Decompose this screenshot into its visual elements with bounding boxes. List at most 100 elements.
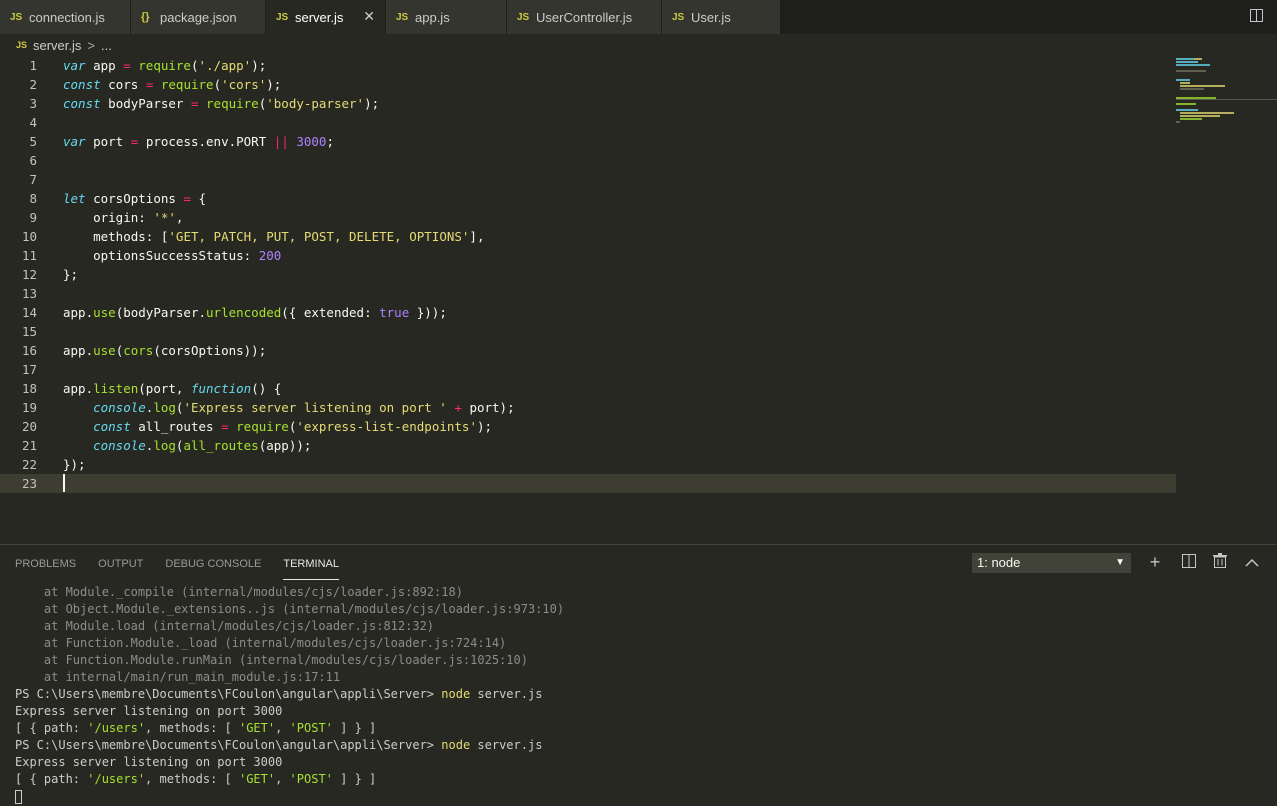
string-literal: 'body-parser' <box>266 96 365 111</box>
terminal-output[interactable]: at Module._compile (internal/modules/cjs… <box>15 584 1265 805</box>
minimap[interactable] <box>1176 56 1277 544</box>
terminal-select[interactable]: 1: node ▼ <box>972 553 1131 573</box>
tab-label: connection.js <box>29 9 105 25</box>
line-number: 15 <box>21 324 37 339</box>
json-file-icon: {} <box>141 11 150 23</box>
javascript-file-icon: JS <box>276 11 289 23</box>
code-line: 18 app.listen(port, function() { <box>0 379 1176 398</box>
breadcrumb: JS server.js > ... <box>0 34 1277 56</box>
function-call: use <box>93 305 116 320</box>
terminal-string: 'POST' <box>289 772 333 786</box>
code-line: 4 <box>0 113 1176 132</box>
property-key: extended: <box>303 305 372 320</box>
function-call: require <box>206 96 259 111</box>
operator: = <box>221 419 229 434</box>
string-literal: 'Express server listening on port ' <box>183 400 447 415</box>
terminal-text: [ { path: <box>15 721 88 735</box>
keyword: const <box>63 96 101 111</box>
line-number: 23 <box>21 476 37 491</box>
line-number: 16 <box>21 343 37 358</box>
keyword: function <box>190 381 252 396</box>
terminal-text: , <box>275 721 290 735</box>
breadcrumb-more[interactable]: ... <box>101 38 112 53</box>
identifier: corsOptions <box>93 191 176 206</box>
identifier: all_routes <box>138 419 214 434</box>
terminal-prompt: PS C:\Users\membre\Documents\FCoulon\ang… <box>15 738 442 752</box>
identifier: bodyParser <box>123 305 199 320</box>
line-number: 20 <box>21 419 37 434</box>
panel-tabs: PROBLEMS OUTPUT DEBUG CONSOLE TERMINAL <box>15 557 339 580</box>
terminal-command-arg: server.js <box>470 687 543 701</box>
terminal-string: 'POST' <box>289 721 333 735</box>
code-line: 12 }; <box>0 265 1176 284</box>
breadcrumb-file[interactable]: server.js <box>33 38 81 53</box>
identifier: process.env.PORT <box>145 134 267 149</box>
terminal-line: at Module.load (internal/modules/cjs/loa… <box>15 619 435 633</box>
code-line: 20 const all_routes = require('express-l… <box>0 417 1176 436</box>
code-line: 22 }); <box>0 455 1176 474</box>
keyword: var <box>63 134 86 149</box>
operator: = <box>130 134 139 149</box>
line-number: 22 <box>21 457 37 472</box>
line-number: 10 <box>21 229 37 244</box>
identifier: app <box>63 305 86 320</box>
identifier: corsOptions <box>160 343 244 358</box>
identifier: port <box>93 134 124 149</box>
tab-connection-js[interactable]: JS connection.js <box>0 0 131 34</box>
identifier: app <box>63 381 86 396</box>
line-number: 14 <box>21 305 37 320</box>
code-line: 1 var app = require('./app'); <box>0 56 1176 75</box>
tab-debug-console[interactable]: DEBUG CONSOLE <box>165 557 261 579</box>
split-editor-icon[interactable] <box>1250 9 1263 22</box>
split-terminal-icon[interactable] <box>1180 553 1198 571</box>
javascript-file-icon: JS <box>16 40 28 50</box>
add-terminal-icon[interactable]: + <box>1146 553 1164 571</box>
tab-label: server.js <box>295 9 344 25</box>
minimap-viewport <box>1176 99 1277 100</box>
keyword: let <box>63 191 86 206</box>
chevron-right-icon: > <box>87 37 95 53</box>
code-line: 11 optionsSuccessStatus: 200 <box>0 246 1176 265</box>
line-number: 21 <box>21 438 37 453</box>
tab-app-js[interactable]: JS app.js <box>386 0 507 34</box>
chevron-up-icon[interactable] <box>1243 553 1261 571</box>
terminal-line: at Function.Module._load (internal/modul… <box>15 636 507 650</box>
identifier: cors <box>108 77 139 92</box>
terminal-prompt: PS C:\Users\membre\Documents\FCoulon\ang… <box>15 687 442 701</box>
code-line: 10 methods: ['GET, PATCH, PUT, POST, DEL… <box>0 227 1176 246</box>
string-literal: '*' <box>153 210 176 225</box>
function-call: require <box>236 419 289 434</box>
line-number: 9 <box>29 210 37 225</box>
code-line: 16 app.use(cors(corsOptions)); <box>0 341 1176 360</box>
function-call: log <box>153 438 176 453</box>
operator: = <box>123 58 131 73</box>
trash-icon[interactable] <box>1211 553 1229 571</box>
function-call: require <box>160 77 214 92</box>
code-line: 6 <box>0 151 1176 170</box>
terminal-line: at Object.Module._extensions..js (intern… <box>15 602 565 616</box>
terminal-line: at internal/main/run_main_module.js:17:1… <box>15 670 341 684</box>
identifier: port <box>469 400 500 415</box>
terminal-command-arg: server.js <box>470 738 543 752</box>
javascript-file-icon: JS <box>396 11 409 23</box>
function-call: require <box>138 58 191 73</box>
tab-output[interactable]: OUTPUT <box>98 557 143 579</box>
code-editor[interactable]: 1 var app = require('./app'); 2 const co… <box>0 56 1176 544</box>
tab-usercontroller-js[interactable]: JS UserController.js <box>507 0 662 34</box>
tab-terminal[interactable]: TERMINAL <box>283 557 339 580</box>
line-number: 17 <box>21 362 37 377</box>
terminal-input-line[interactable] <box>15 788 1265 805</box>
line-number: 13 <box>21 286 37 301</box>
close-icon[interactable]: ✕ <box>363 8 375 25</box>
tab-user-js[interactable]: JS User.js <box>662 0 781 34</box>
tab-problems[interactable]: PROBLEMS <box>15 557 76 579</box>
javascript-file-icon: JS <box>672 11 685 23</box>
tab-label: User.js <box>691 9 731 25</box>
operator: = <box>183 191 191 206</box>
code-line: 13 <box>0 284 1176 303</box>
terminal-prompt-line: PS C:\Users\membre\Documents\FCoulon\ang… <box>15 686 1265 703</box>
string-literal: 'GET, PATCH, PUT, POST, DELETE, OPTIONS' <box>168 229 470 244</box>
tab-package-json[interactable]: {} package.json <box>131 0 266 34</box>
editor-tab-bar: JS connection.js {} package.json JS serv… <box>0 0 1277 34</box>
tab-server-js[interactable]: JS server.js ✕ <box>266 0 386 34</box>
